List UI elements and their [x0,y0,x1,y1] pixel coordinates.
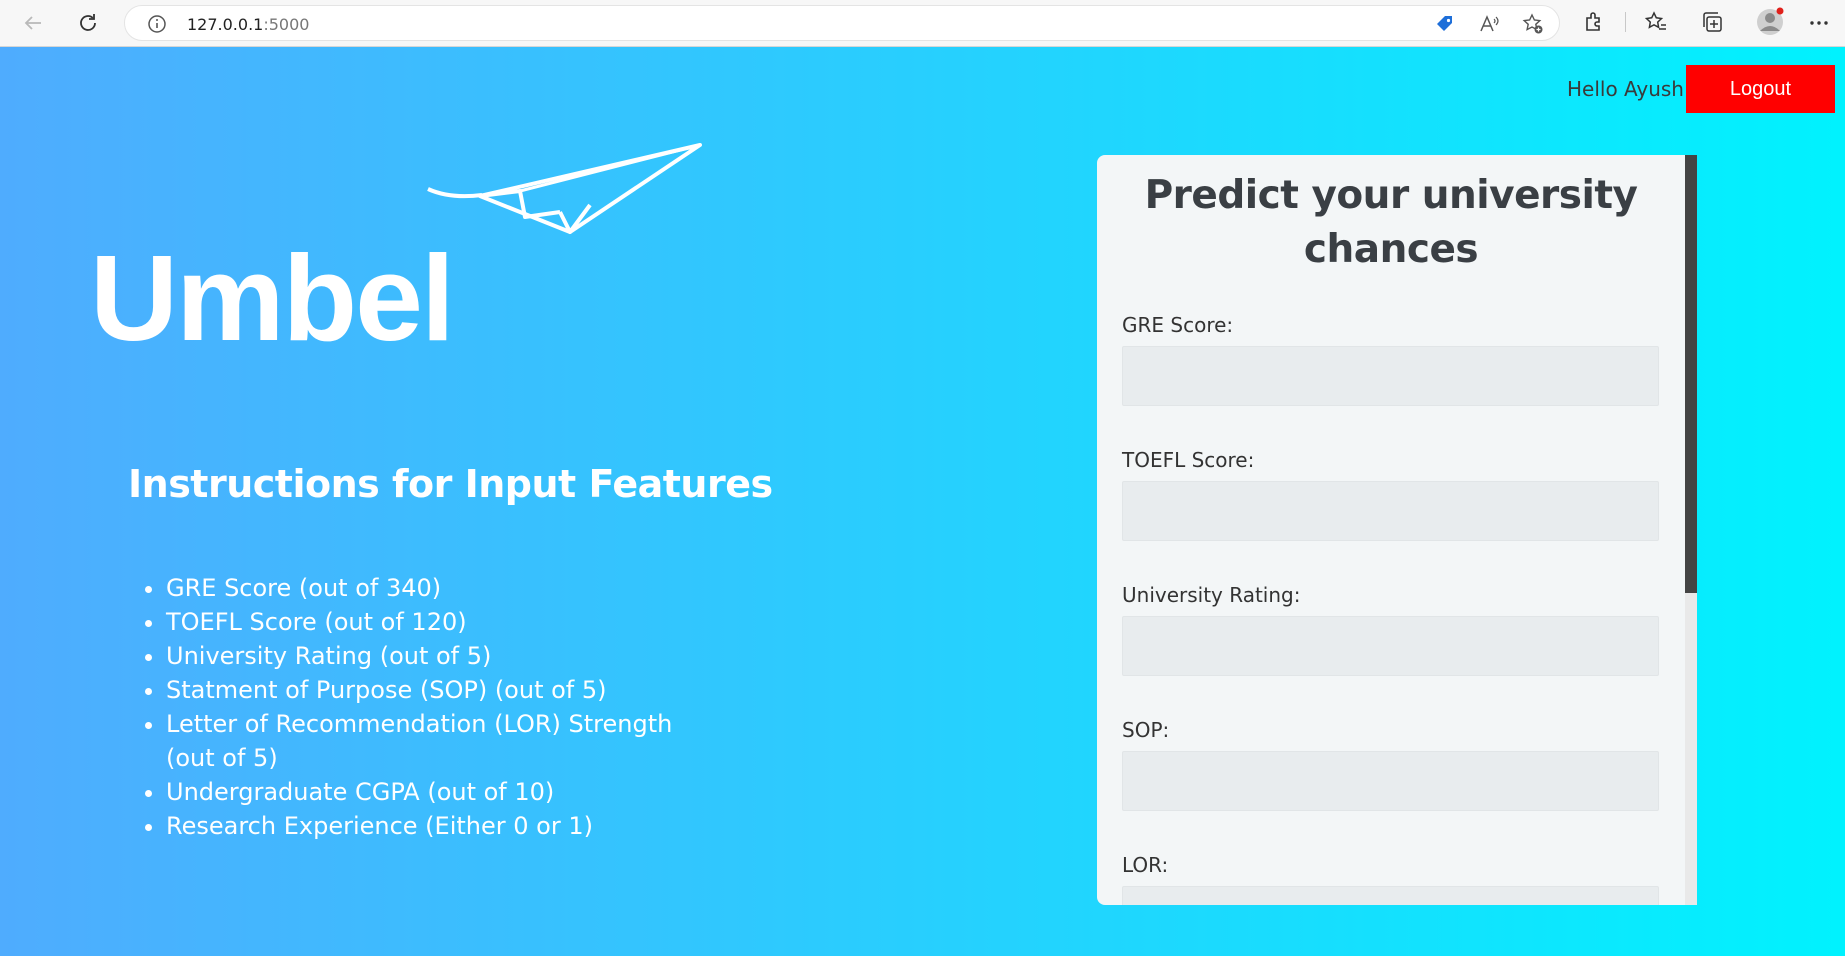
logo-text: Umbel [90,230,455,366]
gre-score-label: GRE Score: [1122,313,1234,337]
collections-icon [1703,12,1722,32]
back-arrow-icon [24,16,41,30]
coupon-tag-icon[interactable] [1433,12,1457,36]
list-item: Research Experience (Either 0 or 1) [166,809,686,843]
puzzle-icon [1586,12,1600,31]
url-port: :5000 [263,15,310,34]
university-rating-input[interactable] [1122,616,1659,676]
list-item: TOEFL Score (out of 120) [166,605,686,639]
more-icon [1810,21,1828,25]
features-list: GRE Score (out of 340) TOEFL Score (out … [166,571,686,843]
page-body: Hello Ayush Logout Umbel Instructions fo… [0,47,1845,956]
lor-label: LOR: [1122,853,1169,877]
settings-more-button[interactable] [1808,12,1830,34]
toefl-score-input[interactable] [1122,481,1659,541]
prediction-form: Predict your university chances GRE Scor… [1097,155,1697,905]
toefl-score-label: TOEFL Score: [1122,448,1255,472]
favorites-icon [1644,11,1666,30]
list-item: GRE Score (out of 340) [166,571,686,605]
lor-input[interactable] [1122,886,1659,905]
list-item: Letter of Recommendation (LOR) Strength … [166,707,686,775]
gre-score-input[interactable] [1122,346,1659,406]
form-scrollbar[interactable] [1685,155,1697,905]
site-info-icon[interactable] [147,14,167,38]
logout-button[interactable]: Logout [1686,65,1835,113]
browser-toolbar: 127.0.0.1:5000 [0,0,1845,47]
read-aloud-icon[interactable] [1477,12,1501,36]
reload-button[interactable] [71,6,105,40]
user-greeting: Hello Ayush [1567,77,1684,101]
address-bar[interactable]: 127.0.0.1:5000 [124,5,1560,41]
extensions-button[interactable] [1582,10,1606,34]
sop-input[interactable] [1122,751,1659,811]
profile-button[interactable] [1754,6,1786,38]
instructions-title: Instructions for Input Features [128,462,773,506]
list-item: Statment of Purpose (SOP) (out of 5) [166,673,686,707]
list-item: University Rating (out of 5) [166,639,686,673]
favorites-button[interactable] [1644,10,1668,34]
url-host: 127.0.0.1 [187,15,264,34]
back-button[interactable] [16,6,50,40]
toolbar-divider [1625,12,1626,32]
sop-label: SOP: [1122,718,1170,742]
address-bar-actions [1433,12,1545,36]
university-rating-label: University Rating: [1122,583,1301,607]
form-title: Predict your university chances [1144,173,1638,272]
reload-icon [80,14,96,31]
add-favorite-icon[interactable] [1521,12,1545,36]
scrollbar-thumb[interactable] [1685,155,1697,593]
collections-button[interactable] [1700,10,1724,34]
list-item: Undergraduate CGPA (out of 10) [166,775,686,809]
url-text: 127.0.0.1:5000 [187,15,309,34]
avatar-icon [1757,7,1784,35]
